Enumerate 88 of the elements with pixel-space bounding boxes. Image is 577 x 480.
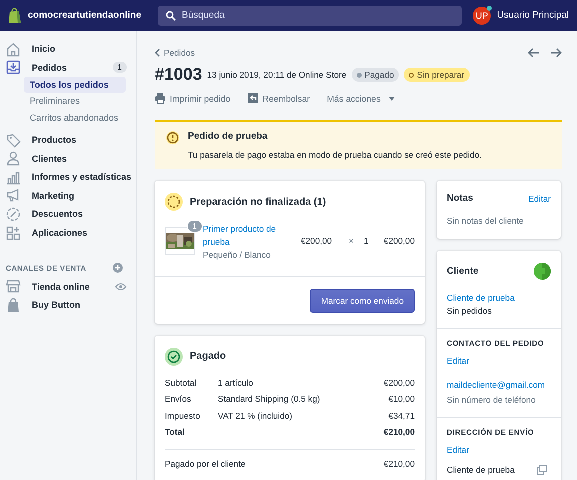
banner-title: Pedido de prueba: [188, 131, 269, 144]
subnav-item[interactable]: Carritos abandonados: [24, 110, 126, 126]
print-button[interactable]: Imprimir pedido: [155, 93, 231, 104]
shopping-bag-icon: [6, 298, 21, 313]
row-amount: €210,00: [382, 426, 415, 440]
paid-amount: €210,00: [384, 458, 415, 469]
nav-item[interactable]: Marketing: [6, 186, 132, 206]
nav-item[interactable]: Aplicaciones: [6, 224, 132, 242]
quantity-badge: 1: [186, 220, 203, 234]
multiply-sign: ×: [349, 236, 354, 246]
refund-icon: [248, 93, 259, 104]
refund-button[interactable]: Reembolsar: [248, 93, 310, 104]
row-detail: 1 artículo: [218, 376, 254, 390]
alert-icon: [166, 131, 180, 145]
order-number: #1003: [155, 65, 202, 85]
user-name[interactable]: Usuario Principal: [497, 10, 569, 21]
order-count: Sin pedidos: [447, 306, 493, 316]
back-link[interactable]: Pedidos: [155, 48, 196, 58]
order-date: 13 junio 2019, 20:11 de Online Store: [207, 70, 347, 80]
search-icon: [166, 10, 176, 20]
notes-text: Sin notas del cliente: [447, 216, 525, 226]
copy-icon[interactable]: [537, 465, 547, 476]
search-field[interactable]: Búsqueda: [158, 6, 462, 26]
product-link[interactable]: Primer producto de prueba: [203, 223, 293, 250]
address-name: Cliente de prueba: [447, 465, 515, 476]
row-label: Total: [165, 426, 186, 440]
row-label: Envíos: [165, 391, 218, 408]
nav-item[interactable]: Inicio: [6, 40, 132, 59]
arrow-left-icon[interactable]: [528, 48, 540, 58]
card-title: Notas: [447, 193, 474, 204]
row-label: Subtotal: [165, 376, 198, 390]
unfulfilled-icon: [165, 193, 183, 211]
apps-icon: [6, 226, 21, 241]
nav-item[interactable]: Pedidos 1: [6, 58, 132, 78]
more-actions-button[interactable]: Más acciones: [327, 94, 395, 104]
line-total: €200,00: [382, 236, 415, 246]
row-amount: €10,00: [388, 393, 415, 406]
edit-link[interactable]: Editar: [528, 194, 551, 204]
nav-item[interactable]: Buy Button: [6, 296, 132, 314]
item-count: 1: [364, 236, 369, 246]
subnav-item[interactable]: Preliminares: [24, 93, 126, 110]
row-amount: €200,00: [382, 376, 415, 390]
status-badge: Pagado: [352, 68, 400, 82]
edit-link[interactable]: Editar: [447, 355, 551, 369]
megaphone-icon: [6, 188, 21, 204]
edit-link[interactable]: Editar: [447, 444, 551, 458]
notification-dot: [487, 6, 492, 10]
mark-shipped-button[interactable]: Marcar como enviado: [310, 288, 415, 313]
caret-down-icon: [388, 96, 395, 100]
arrow-right-icon[interactable]: [550, 48, 562, 58]
card-title: Cliente: [447, 266, 479, 277]
card-title: Pagado: [190, 351, 226, 362]
tag-icon: [6, 132, 21, 148]
person-icon: [6, 151, 21, 166]
nav-item[interactable]: Tienda online: [6, 277, 132, 296]
row-detail: Standard Shipping (0.5 kg): [218, 393, 322, 406]
product-variant: Pequeño / Blanco: [203, 250, 271, 260]
email-link[interactable]: maildecliente@gmail.com: [447, 378, 551, 392]
row-detail: VAT 21 % (incluido): [218, 410, 294, 423]
storefront-icon: [6, 279, 21, 294]
printer-icon: [155, 93, 166, 104]
card-title: Preparación no finalizada (1): [190, 196, 326, 208]
nav-item[interactable]: Productos: [6, 130, 132, 150]
unit-price: €200,00: [301, 236, 334, 246]
customer-avatar-icon: [534, 263, 551, 280]
status-badge: Sin preparar: [404, 68, 470, 82]
add-icon: [113, 263, 123, 274]
count-badge: 1: [112, 62, 127, 74]
nav-item[interactable]: Descuentos: [6, 205, 132, 224]
shopping-bag-logo: [8, 8, 22, 24]
check-circle-icon: [165, 348, 183, 366]
banner-text: Tu pasarela de pago estaba en modo de prueba cuando se creó este pedido.: [188, 150, 483, 160]
row-amount: €34,71: [388, 410, 415, 423]
nav-item[interactable]: Clientes: [6, 149, 132, 168]
home-icon: [6, 42, 21, 57]
bar-chart-icon: [6, 170, 21, 185]
nav-item[interactable]: Informes y estadísticas: [6, 168, 132, 187]
customer-link[interactable]: Cliente de prueba: [447, 292, 551, 306]
inbox-icon: [6, 60, 21, 76]
subnav-item[interactable]: Todos los pedidos: [24, 77, 126, 94]
row-label: Impuesto: [165, 408, 218, 424]
store-name[interactable]: comocreartutiendaonline: [28, 10, 150, 21]
eye-icon: [115, 282, 127, 291]
paid-label: Pagado por el cliente: [165, 458, 246, 469]
user-avatar[interactable]: UP: [473, 6, 492, 24]
chevron-left-icon: [155, 49, 160, 57]
phone-text: Sin número de teléfono: [447, 394, 537, 405]
discount-icon: [6, 206, 21, 222]
